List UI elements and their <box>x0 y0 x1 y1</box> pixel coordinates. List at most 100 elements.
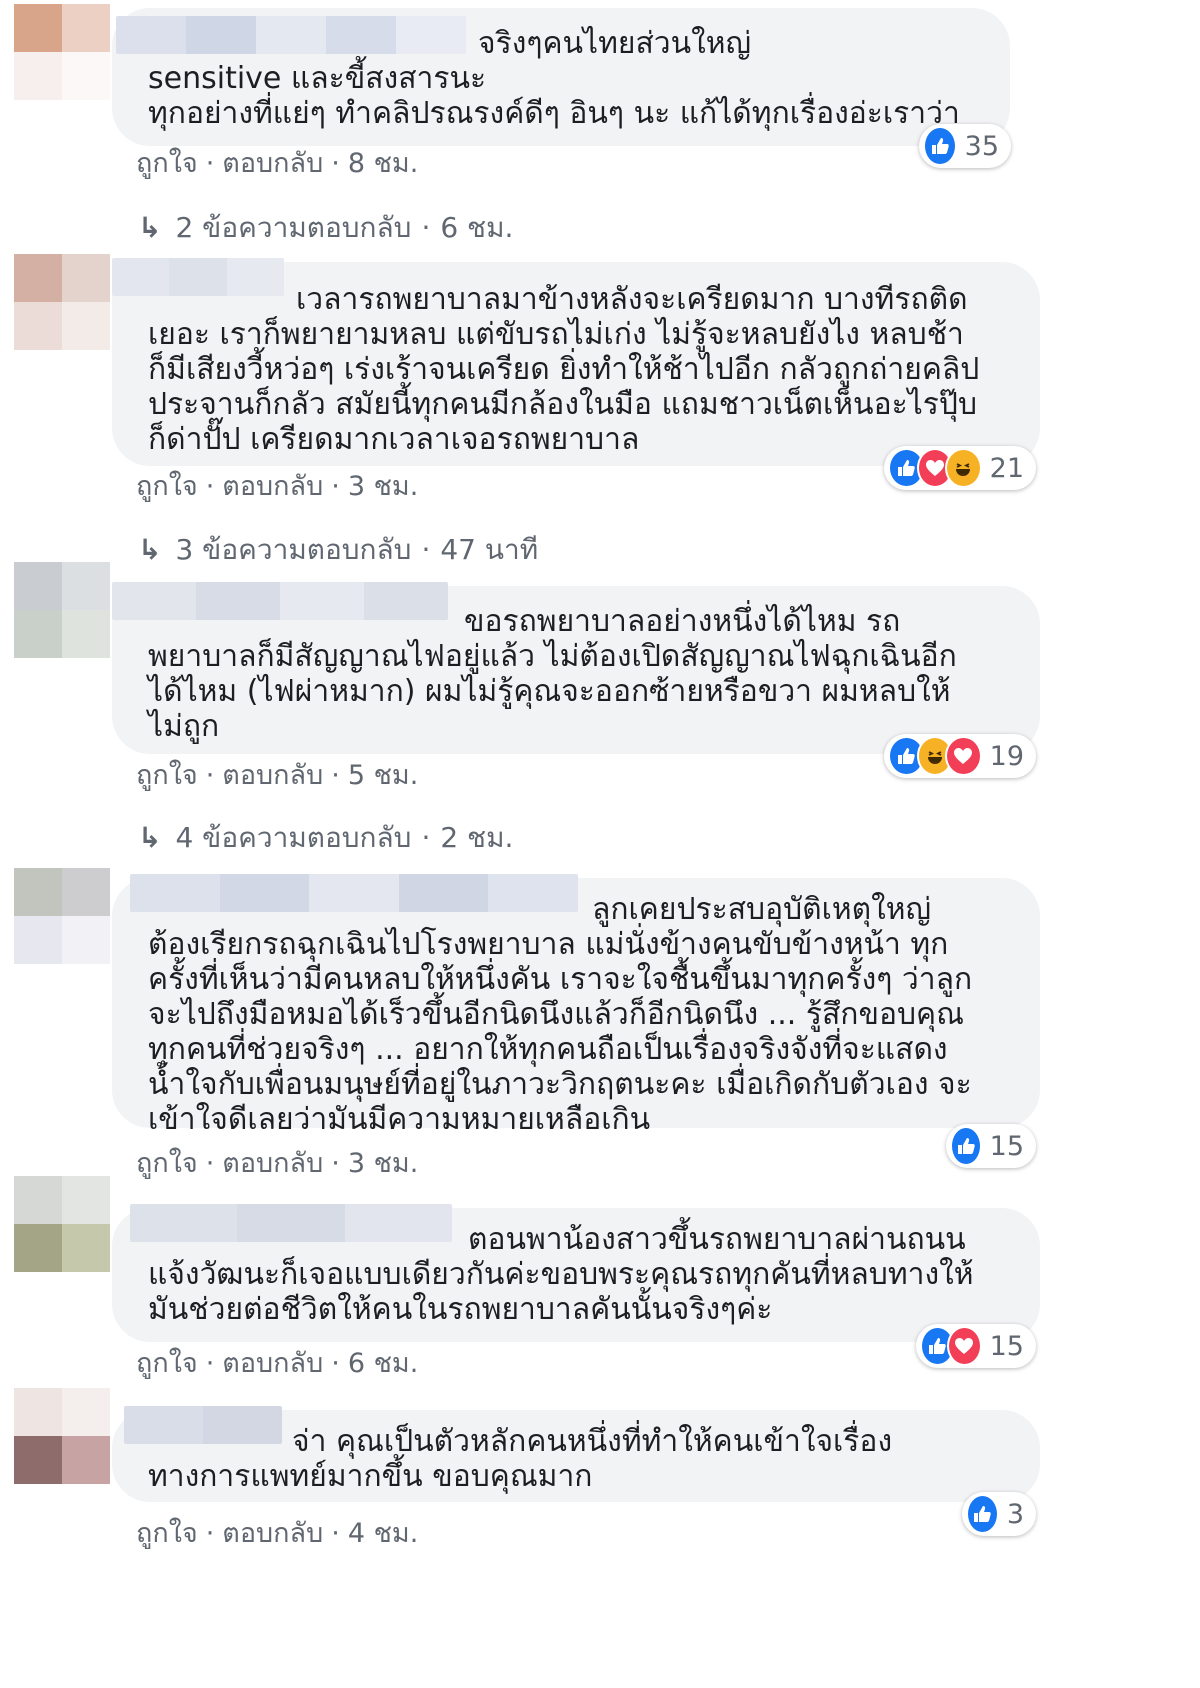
reply-link[interactable]: ตอบกลับ <box>222 1348 323 1379</box>
separator: · <box>421 533 431 566</box>
comment-timestamp[interactable]: 3 ชม. <box>348 1148 418 1179</box>
comment-text: เวลารถพยาบาลมาข้างหลังจะเครียดมาก บางทีร… <box>148 282 980 457</box>
avatar-pixel <box>62 4 110 52</box>
separator: · <box>421 211 431 244</box>
avatar-pixel <box>62 254 110 302</box>
comment-bubble: จ่า คุณเป็นตัวหลักคนหนึ่งที่ทำให้คนเข้าใ… <box>112 1406 1040 1502</box>
avatar-pixel <box>14 562 62 610</box>
like-link[interactable]: ถูกใจ <box>136 1518 198 1549</box>
reply-arrow-icon: ↳ <box>138 821 162 854</box>
reactions-summary[interactable]: 21 <box>884 446 1036 490</box>
replies-count-label: 3 ข้อความตอบกลับ <box>175 533 412 566</box>
like-link[interactable]: ถูกใจ <box>136 148 198 179</box>
comment-actions: ถูกใจ · ตอบกลับ · 6 ชม. <box>136 1346 418 1382</box>
reactions-summary[interactable]: 15 <box>946 1124 1036 1168</box>
separator: · <box>205 148 215 179</box>
reply-link[interactable]: ตอบกลับ <box>222 1518 323 1549</box>
separator: · <box>331 471 340 502</box>
avatar-pixel <box>14 1224 62 1272</box>
comment-text: จ่า คุณเป็นตัวหลักคนหนึ่งที่ทำให้คนเข้าใ… <box>148 1424 893 1494</box>
separator: · <box>331 760 340 791</box>
separator: · <box>205 1148 215 1179</box>
replies-timestamp: 6 ชม. <box>440 211 514 244</box>
comment-bubble: ลูกเคยประสบอุบัติเหตุใหญ่ ต้องเรียกรถฉุก… <box>112 874 1040 1137</box>
reply-link[interactable]: ตอบกลับ <box>222 471 323 502</box>
comment-actions: ถูกใจ · ตอบกลับ · 4 ชม. <box>136 1516 418 1552</box>
separator: · <box>331 1148 340 1179</box>
view-replies-link[interactable]: ↳ 2 ข้อความตอบกลับ · 6 ชม. <box>138 210 513 246</box>
reactions-summary[interactable]: 15 <box>916 1324 1036 1368</box>
comment-timestamp[interactable]: 8 ชม. <box>348 148 418 179</box>
like-icon <box>966 1494 999 1534</box>
avatar-pixel <box>62 916 110 964</box>
reply-link[interactable]: ตอบกลับ <box>222 760 323 791</box>
avatar-pixel <box>62 52 110 100</box>
comment-timestamp[interactable]: 6 ชม. <box>348 1348 418 1379</box>
avatar-pixel <box>62 1176 110 1224</box>
avatar[interactable] <box>14 254 110 350</box>
reaction-count: 19 <box>989 740 1024 772</box>
view-replies-link[interactable]: ↳ 3 ข้อความตอบกลับ · 47 นาที <box>138 532 538 568</box>
like-link[interactable]: ถูกใจ <box>136 1348 198 1379</box>
avatar-pixel <box>62 868 110 916</box>
avatar-pixel <box>14 52 62 100</box>
reaction-count: 15 <box>989 1130 1024 1162</box>
avatar-pixel <box>62 1388 110 1436</box>
like-link[interactable]: ถูกใจ <box>136 760 198 791</box>
avatar-pixel <box>14 254 62 302</box>
like-link[interactable]: ถูกใจ <box>136 1148 198 1179</box>
separator: · <box>205 471 215 502</box>
replies-count-label: 2 ข้อความตอบกลับ <box>175 211 412 244</box>
avatar-pixel <box>62 302 110 350</box>
separator: · <box>205 1518 215 1549</box>
reply-link[interactable]: ตอบกลับ <box>222 1148 323 1179</box>
reaction-count: 35 <box>964 130 999 162</box>
avatar-pixel <box>14 610 62 658</box>
comment-text: จริงๆคนไทยส่วนใหญ่ sensitive และขี้สงสาร… <box>148 26 960 131</box>
avatar[interactable] <box>14 1388 110 1484</box>
avatar[interactable] <box>14 1176 110 1272</box>
avatar-pixel <box>14 1388 62 1436</box>
separator: · <box>205 760 215 791</box>
avatar[interactable] <box>14 562 110 658</box>
reaction-count: 21 <box>989 452 1024 484</box>
comment-bubble: ตอนพาน้องสาวขึ้นรถพยาบาลผ่านถนน แจ้งวัฒน… <box>112 1204 1040 1342</box>
comment-bubble: ขอรถพยาบาลอย่างหนึ่งได้ไหม รถ พยาบาลก็มี… <box>112 582 1040 754</box>
reactions-summary[interactable]: 3 <box>962 1492 1036 1536</box>
reactions-summary[interactable]: 19 <box>884 734 1036 778</box>
replies-count-label: 4 ข้อความตอบกลับ <box>175 821 412 854</box>
reaction-count: 15 <box>989 1330 1024 1362</box>
comment-bubble: เวลารถพยาบาลมาข้างหลังจะเครียดมาก บางทีร… <box>112 258 1040 466</box>
reply-arrow-icon: ↳ <box>138 533 162 566</box>
comment-text: ขอรถพยาบาลอย่างหนึ่งได้ไหม รถ พยาบาลก็มี… <box>148 604 957 744</box>
avatar[interactable] <box>14 4 110 100</box>
comment-actions: ถูกใจ · ตอบกลับ · 3 ชม. <box>136 1146 418 1182</box>
avatar-pixel <box>14 916 62 964</box>
separator: · <box>331 1518 340 1549</box>
separator: · <box>421 821 431 854</box>
comment-actions: ถูกใจ · ตอบกลับ · 3 ชม. <box>136 469 418 505</box>
comment-text: ลูกเคยประสบอุบัติเหตุใหญ่ ต้องเรียกรถฉุก… <box>148 892 973 1137</box>
avatar-pixel <box>14 4 62 52</box>
like-icon <box>923 126 957 166</box>
separator: · <box>205 1348 215 1379</box>
avatar-pixel <box>14 1176 62 1224</box>
love-icon <box>946 1326 982 1366</box>
comment-text: ตอนพาน้องสาวขึ้นรถพยาบาลผ่านถนน แจ้งวัฒน… <box>148 1222 974 1327</box>
comment-actions: ถูกใจ · ตอบกลับ · 8 ชม. <box>136 146 418 182</box>
avatar-pixel <box>14 302 62 350</box>
reaction-count: 3 <box>1006 1498 1024 1530</box>
like-icon <box>950 1126 982 1166</box>
separator: · <box>331 148 340 179</box>
comment-timestamp[interactable]: 4 ชม. <box>348 1518 418 1549</box>
like-link[interactable]: ถูกใจ <box>136 471 198 502</box>
comment-timestamp[interactable]: 5 ชม. <box>348 760 418 791</box>
avatar-pixel <box>62 610 110 658</box>
comment-actions: ถูกใจ · ตอบกลับ · 5 ชม. <box>136 758 418 794</box>
comment-timestamp[interactable]: 3 ชม. <box>348 471 418 502</box>
view-replies-link[interactable]: ↳ 4 ข้อความตอบกลับ · 2 ชม. <box>138 820 513 856</box>
separator: · <box>331 1348 340 1379</box>
avatar[interactable] <box>14 868 110 964</box>
reactions-summary[interactable]: 35 <box>919 124 1011 168</box>
reply-link[interactable]: ตอบกลับ <box>222 148 323 179</box>
